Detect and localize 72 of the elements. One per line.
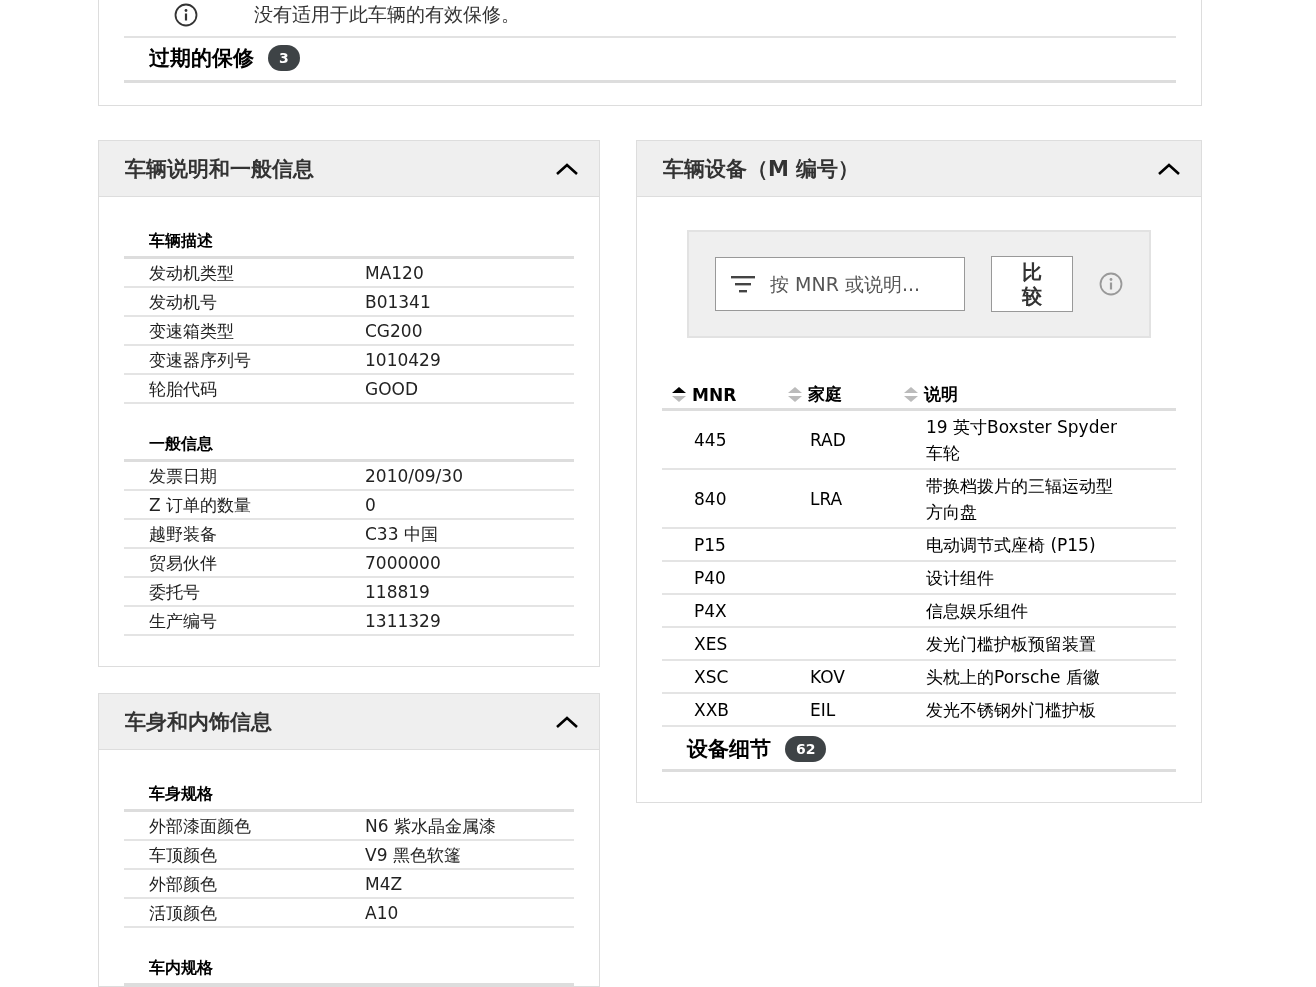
field-value: C33 中国 [365,523,438,545]
section-heading: 车内规格 [124,958,574,986]
field-label: 发票日期 [149,465,218,487]
count-badge: 3 [268,45,300,71]
table-cell-text: XES [693,633,729,656]
field-value: 7000000 [365,552,441,574]
panel-title: 车辆设备（M 编号） [663,155,860,183]
table-cell-text: 19 英寸Boxster Spyder 车轮 [925,416,1118,465]
table-cell-text: 840 [693,488,728,511]
field-value: CG200 [365,320,423,342]
column-header[interactable]: MNR [662,380,778,408]
info-icon [174,3,198,27]
section-heading: 车辆描述 [124,231,574,259]
collapse-button[interactable] [555,161,579,176]
field-value: GOOD [365,378,419,400]
field-label: 委托号 [149,581,201,603]
field-value: A10 [365,902,399,924]
section-heading: 一般信息 [124,434,574,462]
collapse-button[interactable] [1157,161,1181,176]
field-value: 1311329 [365,610,441,632]
section-heading: 车身规格 [124,784,574,812]
field-label: 贸易伙伴 [149,552,218,574]
table-cell-text: 发光门槛护板预留装置 [925,633,1097,656]
field-label: 外部颜色 [149,873,218,895]
field-value: 118819 [365,581,430,603]
field-label: 发动机号 [149,291,218,313]
info-icon [1099,272,1123,296]
field-label: 外部漆面颜色 [149,815,252,837]
field-label: Z 订单的数量 [149,494,253,516]
table-cell-text: P15 [693,534,727,557]
field-label: 活顶颜色 [149,902,218,924]
table-cell-text: RAD [809,429,847,452]
table-cell-text: 发光不锈钢外门槛护板 [925,699,1097,722]
collapse-button[interactable] [555,714,579,729]
table-cell-text: XXB [693,699,730,722]
table-cell-text: 信息娱乐组件 [925,600,1029,623]
table-cell-text: XSC [693,666,730,689]
notice-text: 没有适用于此车辆的有效保修。 [254,2,520,27]
field-label: 轮胎代码 [149,378,218,400]
field-label: 变速箱类型 [149,320,235,342]
panel-title: 车身和内饰信息 [125,708,272,736]
equipment-details-label[interactable]: 设备细节 [687,735,771,763]
field-value: 0 [365,494,376,516]
field-value: MA120 [365,262,424,284]
table-cell-text: 头枕上的Porsche 盾徽 [925,666,1101,689]
count-badge: 62 [785,736,827,762]
table-cell-text: P4X [693,600,728,623]
table-cell-text: 445 [693,429,728,452]
field-label: 变速器序列号 [149,349,252,371]
field-value: 2010/09/30 [365,465,463,487]
table-cell-text: 电动调节式座椅 (P15) [925,534,1097,557]
field-value: M4Z [365,873,403,895]
table-cell-text: LRA [809,488,844,511]
column-header[interactable]: 家庭 [778,380,894,408]
field-label: 越野装备 [149,523,218,545]
table-cell-text: 设计组件 [925,567,995,590]
compare-button[interactable]: 比较 [991,256,1073,312]
table-cell-text: 带换档拨片的三辐运动型方向盘 [925,475,1114,524]
column-header[interactable]: 说明 [894,380,1126,408]
field-label: 发动机类型 [149,262,235,284]
field-label: 车顶颜色 [149,844,218,866]
field-value: B01341 [365,291,431,313]
table-cell-text: KOV [809,666,846,689]
field-label: 生产编号 [149,610,218,632]
panel-title: 车辆说明和一般信息 [125,155,314,183]
filter-field[interactable]: 按 MNR 或说明... [715,257,965,311]
field-value: 1010429 [365,349,441,371]
table-cell-text: P40 [693,567,727,590]
field-value: V9 黑色软篷 [365,844,461,866]
table-cell-text: EIL [809,699,837,722]
field-value: N6 紫水晶金属漆 [365,815,496,837]
expired-warranty-label[interactable]: 过期的保修 [149,44,254,72]
